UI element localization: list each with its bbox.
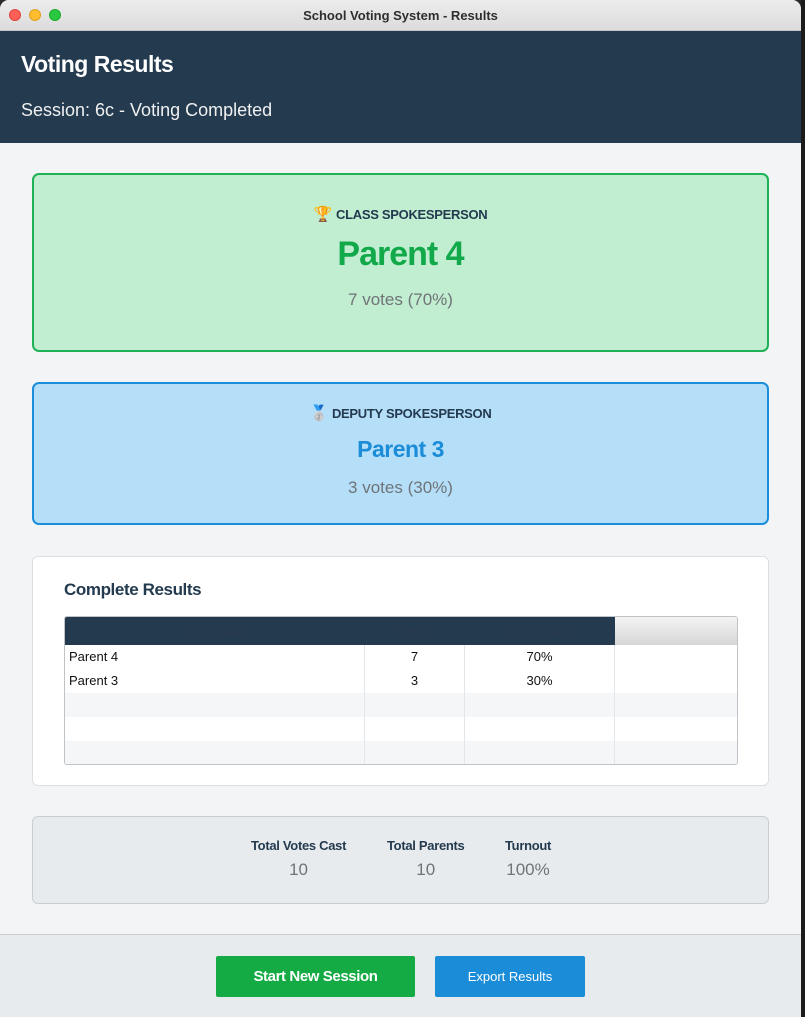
medal-icon: 🥈 [309, 405, 329, 422]
table-row-empty [65, 741, 737, 764]
stat-turnout: Turnout 100% [505, 838, 551, 880]
empty-cell [615, 693, 737, 717]
percentage-cell: 70% [465, 645, 615, 669]
votes-cell: 3 [365, 669, 465, 693]
deputy-role-row: 🥈 DEPUTY SPOKESPERSON [34, 404, 767, 422]
page-title: Voting Results [21, 51, 174, 77]
deputy-spokesperson-card: 🥈 DEPUTY SPOKESPERSON Parent 3 3 votes (… [32, 382, 769, 525]
stat-value: 10 [416, 860, 436, 879]
table-row[interactable]: Parent 4 7 70% [65, 645, 737, 669]
empty-cell [465, 693, 615, 717]
deputy-winner-votes: 3 votes (30%) [348, 478, 453, 497]
class-role-label: CLASS SPOKESPERSON [336, 206, 488, 222]
start-new-session-button[interactable]: Start New Session [216, 956, 415, 997]
empty-cell [65, 717, 365, 741]
class-spokesperson-card: 🏆 CLASS SPOKESPERSON Parent 4 7 votes (7… [32, 173, 769, 352]
empty-cell [465, 741, 615, 764]
stat-label: Total Votes Cast [251, 838, 347, 853]
session-subtitle: Session: 6c - Voting Completed [21, 100, 273, 120]
filler-cell [615, 669, 737, 693]
complete-results-panel: Complete Results Candidate Votes Percent… [32, 556, 769, 786]
empty-cell [465, 717, 615, 741]
stat-total-parents: Total Parents 10 [387, 838, 465, 880]
results-table[interactable]: Candidate Votes Percentage Parent 4 7 70… [64, 616, 738, 765]
candidate-cell: Parent 3 [65, 669, 365, 693]
empty-cell [65, 693, 365, 717]
empty-cell [615, 717, 737, 741]
table-header: Candidate Votes Percentage [65, 617, 737, 645]
statistics-panel: Total Votes Cast 10 Total Parents 10 Tur… [32, 816, 769, 904]
class-role-row: 🏆 CLASS SPOKESPERSON [34, 205, 767, 223]
percentage-cell: 30% [465, 669, 615, 693]
column-header-votes[interactable]: Votes [365, 617, 465, 645]
deputy-role-label: DEPUTY SPOKESPERSON [331, 405, 492, 421]
deputy-winner-name: Parent 3 [357, 436, 444, 462]
trophy-icon: 🏆 [313, 206, 333, 223]
action-footer: Start New Session Export Results [0, 934, 801, 1017]
stat-value: 100% [506, 860, 550, 879]
window-title: School Voting System - Results [303, 8, 498, 23]
class-winner-name: Parent 4 [337, 235, 464, 273]
votes-cell: 7 [365, 645, 465, 669]
results-header: Voting Results Session: 6c - Voting Comp… [0, 31, 801, 143]
empty-cell [365, 693, 465, 717]
results-window: School Voting System - Results Voting Re… [0, 0, 801, 1017]
filler-cell [615, 645, 737, 669]
empty-cell [365, 717, 465, 741]
column-header-candidate[interactable]: Candidate [65, 617, 365, 645]
stat-total-votes: Total Votes Cast 10 [251, 838, 346, 880]
background-window-edge [801, 0, 805, 1017]
stat-value: 10 [289, 860, 309, 879]
candidate-cell: Parent 4 [65, 645, 365, 669]
class-winner-votes: 7 votes (70%) [348, 290, 453, 309]
stat-label: Total Parents [387, 838, 465, 853]
column-header-percentage[interactable]: Percentage [465, 617, 615, 645]
table-row[interactable]: Parent 3 3 30% [65, 669, 737, 693]
title-bar: School Voting System - Results [0, 0, 801, 31]
export-results-button[interactable]: Export Results [435, 956, 585, 997]
stat-label: Turnout [505, 838, 552, 853]
empty-cell [615, 741, 737, 764]
results-title: Complete Results [64, 580, 202, 599]
table-row-empty [65, 693, 737, 717]
column-header-filler [615, 617, 737, 645]
empty-cell [365, 741, 465, 764]
empty-cell [65, 741, 365, 764]
table-row-empty [65, 717, 737, 741]
